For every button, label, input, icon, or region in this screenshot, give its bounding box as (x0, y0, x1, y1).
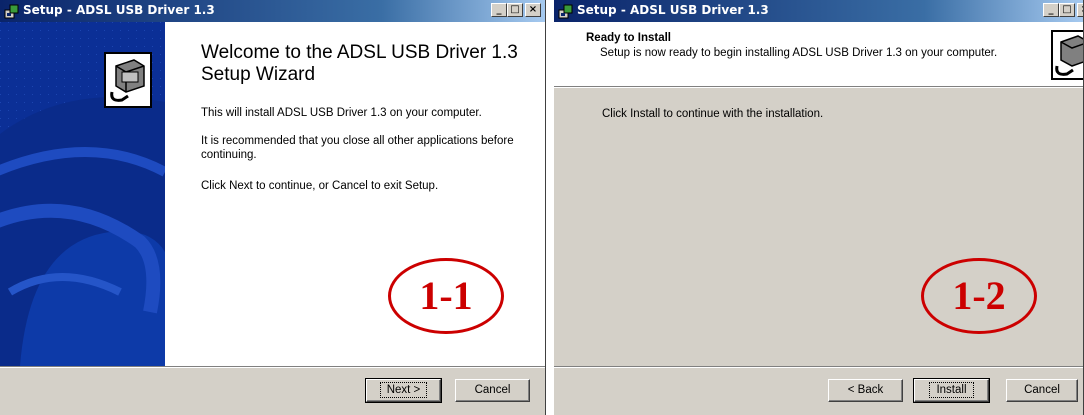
install-button-label: Install (929, 382, 974, 398)
maximize-button[interactable]: □ (1059, 3, 1075, 17)
screenshot-divider (546, 0, 554, 415)
button-separator (554, 366, 1083, 368)
title-bar[interactable]: Setup - ADSL USB Driver 1.3 _ □ × (0, 0, 545, 22)
welcome-heading: Welcome to the ADSL USB Driver 1.3 Setup… (201, 42, 518, 85)
setup-window-ready: Setup - ADSL USB Driver 1.3 _ □ × Ready … (554, 0, 1084, 415)
welcome-panel: Welcome to the ADSL USB Driver 1.3 Setup… (165, 22, 545, 366)
continue-paragraph: Click Next to continue, or Cancel to exi… (201, 180, 439, 192)
wizard-header: Ready to Install Setup is now ready to b… (554, 22, 1083, 86)
annotation-label: 1-2 (921, 258, 1037, 334)
title-bar[interactable]: Setup - ADSL USB Driver 1.3 _ □ × (554, 0, 1083, 22)
next-button[interactable]: Next > (365, 378, 442, 403)
annotation-label: 1-1 (388, 258, 504, 334)
install-button[interactable]: Install (913, 378, 990, 403)
minimize-button[interactable]: _ (1043, 3, 1059, 17)
maximize-button[interactable]: □ (507, 3, 523, 17)
page-subtitle: Setup is now ready to begin installing A… (600, 47, 998, 59)
window-title: Setup - ADSL USB Driver 1.3 (577, 3, 769, 17)
setup-window-welcome: Setup - ADSL USB Driver 1.3 _ □ × Welcom… (0, 0, 546, 415)
setup-app-icon (558, 4, 573, 19)
close-button[interactable]: × (525, 3, 541, 17)
wizard-side-banner (0, 22, 165, 366)
minimize-button[interactable]: _ (491, 3, 507, 17)
cancel-button[interactable]: Cancel (455, 379, 530, 402)
next-button-label: Next > (379, 382, 428, 398)
header-separator (554, 86, 1083, 88)
cancel-button[interactable]: Cancel (1006, 379, 1078, 402)
setup-app-icon (4, 4, 19, 19)
intro-paragraph: This will install ADSL USB Driver 1.3 on… (201, 107, 482, 119)
page-title: Ready to Install (586, 32, 671, 44)
window-title: Setup - ADSL USB Driver 1.3 (23, 3, 215, 17)
usb-installer-icon (1051, 30, 1083, 80)
recommendation-paragraph: It is recommended that you close all oth… (201, 135, 514, 161)
close-button[interactable]: × (1077, 3, 1083, 17)
button-separator (0, 366, 545, 368)
back-button[interactable]: < Back (828, 379, 903, 402)
instruction-text: Click Install to continue with the insta… (602, 108, 824, 120)
usb-installer-icon (104, 52, 152, 108)
